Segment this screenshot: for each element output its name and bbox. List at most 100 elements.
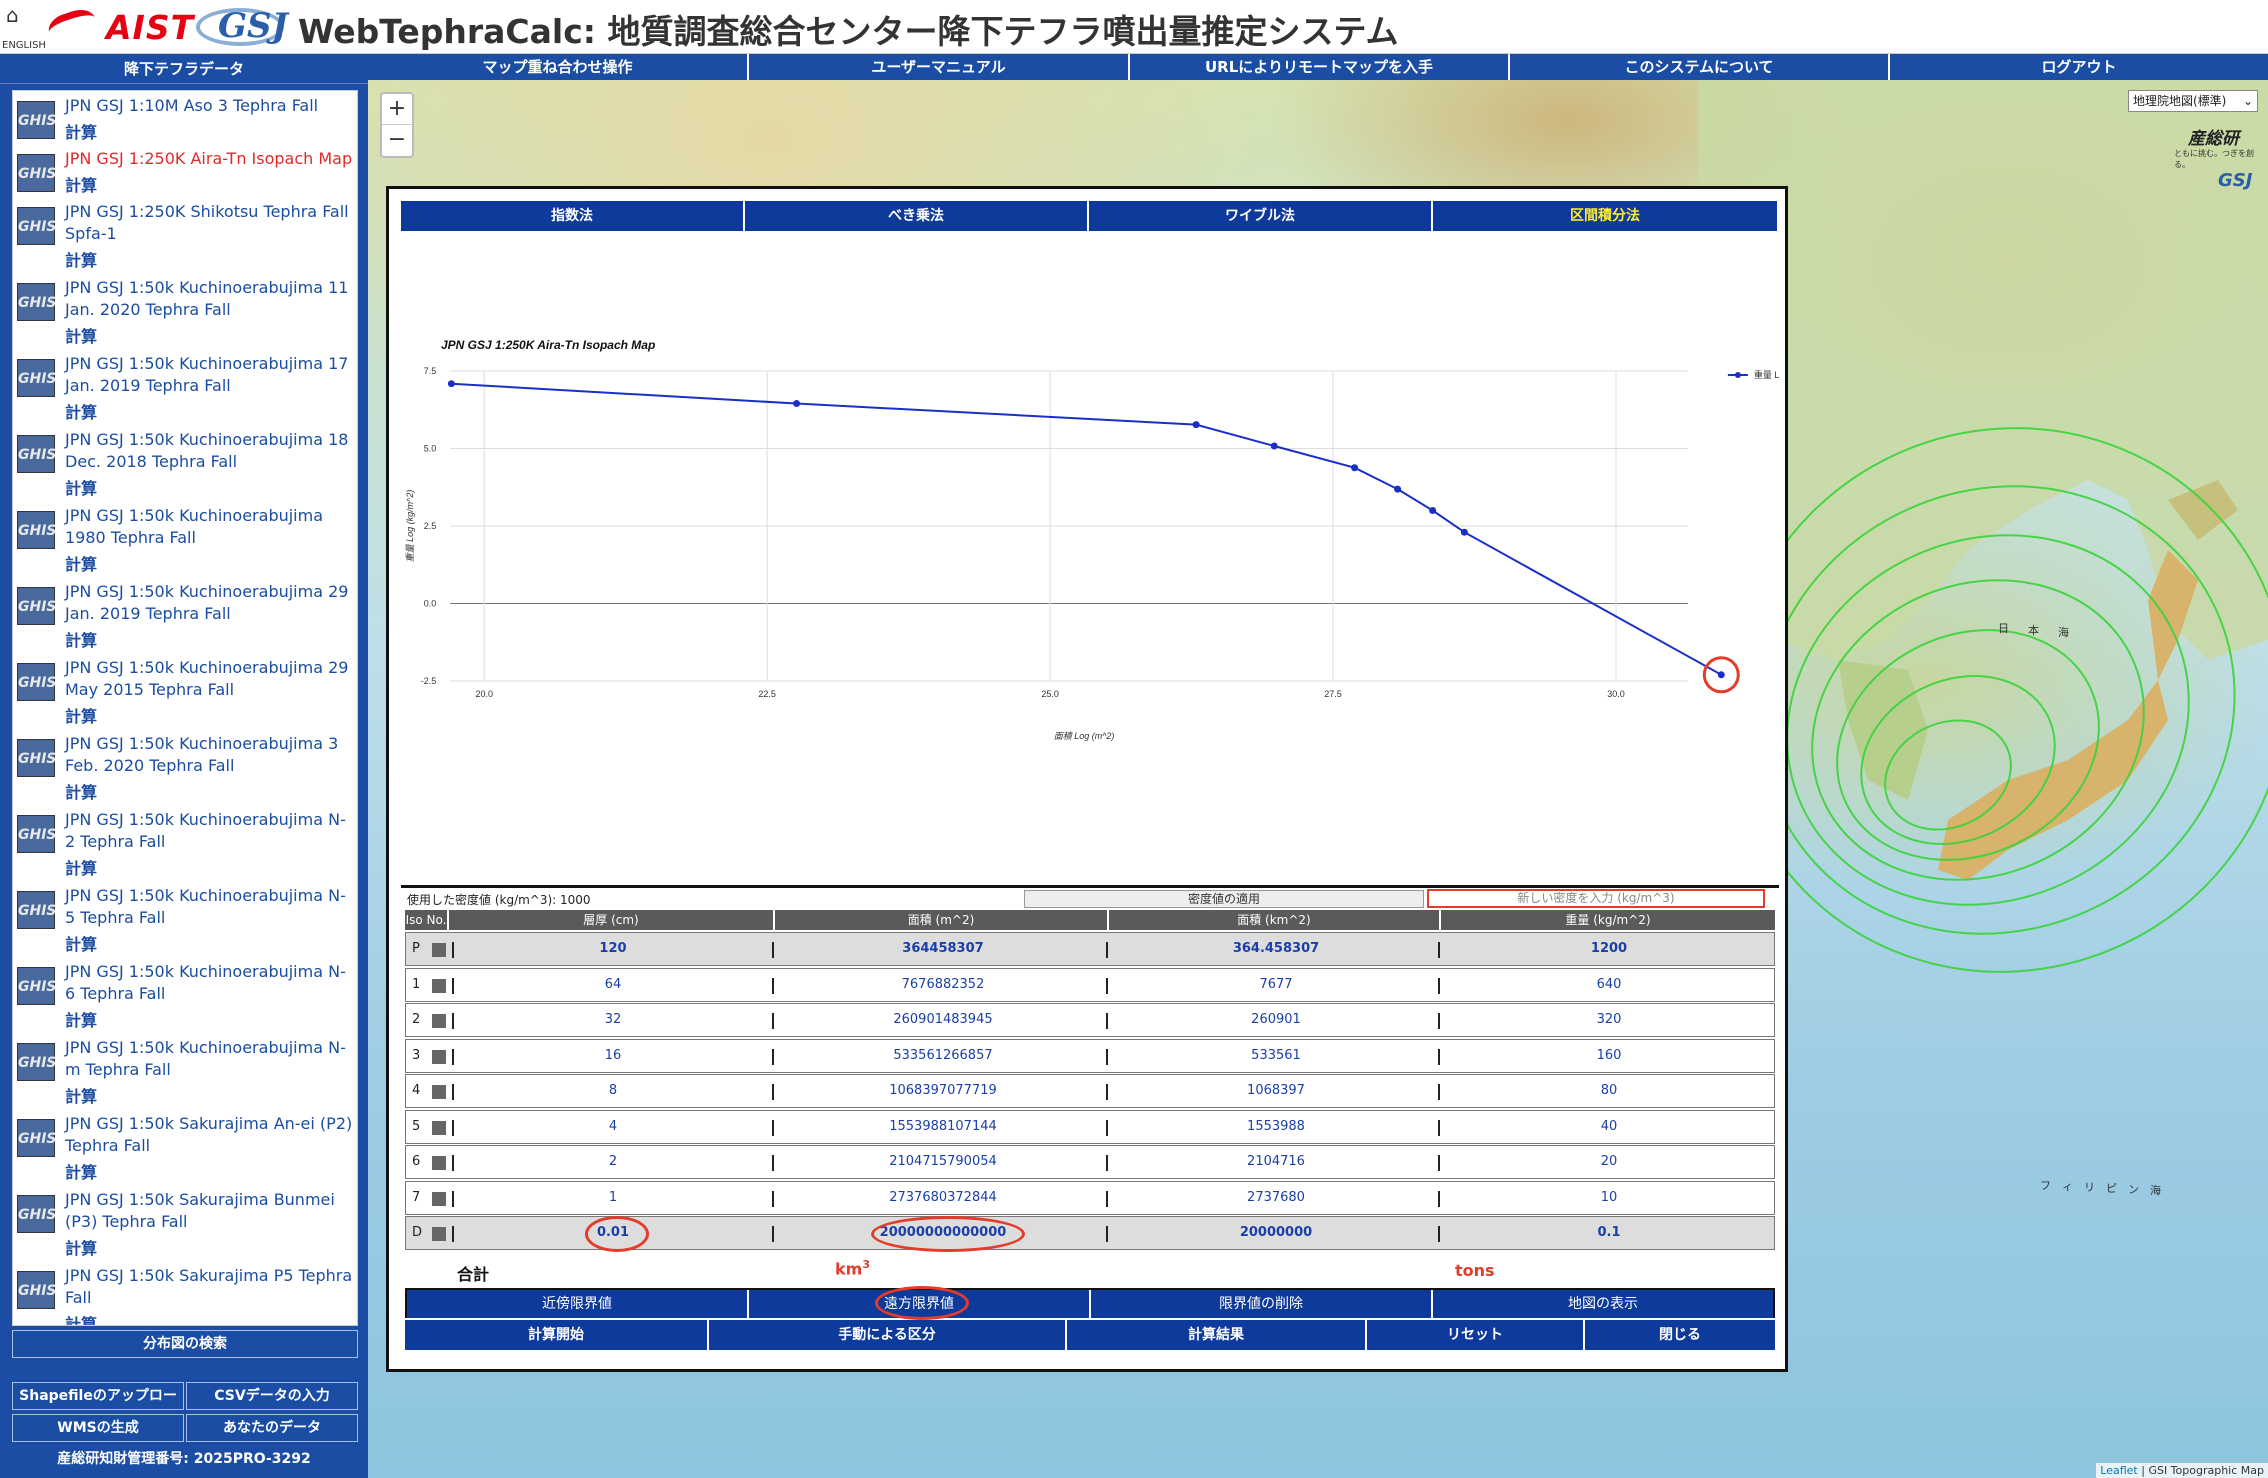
- calc-link[interactable]: 計算: [65, 779, 97, 803]
- cell-area-m2[interactable]: 2737680372844: [776, 1182, 1110, 1214]
- cell-area-km2[interactable]: 2737680: [1110, 1182, 1442, 1214]
- english-link[interactable]: ENGLISH: [2, 40, 46, 51]
- tephra-data-name[interactable]: JPN GSJ 1:10M Aso 3 Tephra Fall: [65, 95, 355, 117]
- near-limit-button[interactable]: 近傍限界値: [407, 1290, 749, 1318]
- map-canvas[interactable]: + − 地理院地図(標準) ⌄ 産総研 ともに挑む。つぎを創る。 GSJ 日 本…: [368, 80, 2268, 1478]
- table-row[interactable]: 1 64 7676882352 7677 640: [405, 967, 1775, 1002]
- tephra-data-item[interactable]: GHIS JPN GSJ 1:50k Kuchinoerabujima 29 Ja…: [13, 577, 357, 653]
- calc-link[interactable]: 計算: [65, 247, 97, 271]
- start-calc-button[interactable]: 計算開始: [405, 1320, 709, 1350]
- cell-area-m2[interactable]: 2104715790054: [776, 1146, 1110, 1178]
- tephra-data-item[interactable]: GHIS JPN GSJ 1:50k Kuchinoerabujima N-5 T…: [13, 881, 357, 957]
- table-row[interactable]: 7 1 2737680372844 2737680 10: [405, 1180, 1776, 1215]
- calc-link[interactable]: 計算: [65, 119, 97, 143]
- cell-area-km2[interactable]: 364.458307: [1110, 933, 1442, 965]
- table-row[interactable]: 5 4 1553988107144 1553988 40: [405, 1109, 1776, 1144]
- your-data-button[interactable]: あなたのデータ: [186, 1414, 358, 1442]
- home-link[interactable]: ⌂ ENGLISH: [2, 3, 46, 51]
- cell-area-km2[interactable]: 2104716: [1110, 1146, 1442, 1178]
- tephra-data-item[interactable]: GHIS JPN GSJ 1:50k Kuchinoerabujima N-2 T…: [13, 805, 357, 881]
- tephra-data-name[interactable]: JPN GSJ 1:50k Kuchinoerabujima N-m Tephr…: [65, 1037, 355, 1081]
- tephra-data-item[interactable]: GHIS JPN GSJ 1:50k Kuchinoerabujima 1980 …: [13, 501, 357, 577]
- nav-remote-map[interactable]: URLによりリモートマップを入手: [1130, 54, 1510, 80]
- tephra-data-name[interactable]: JPN GSJ 1:50k Kuchinoerabujima 29 May 20…: [65, 657, 355, 701]
- apply-density-button[interactable]: 密度値の適用: [1024, 890, 1424, 908]
- cell-thickness[interactable]: 32: [450, 1004, 776, 1036]
- calc-link[interactable]: 計算: [65, 323, 97, 347]
- cell-weight[interactable]: 10: [1442, 1182, 1776, 1214]
- cell-thickness[interactable]: 64: [450, 969, 776, 1001]
- cell-weight[interactable]: 0.1: [1442, 1217, 1776, 1249]
- manual-segment-button[interactable]: 手動による区分: [709, 1320, 1067, 1350]
- tephra-data-name[interactable]: JPN GSJ 1:250K Shikotsu Tephra Fall Spfa…: [65, 201, 355, 245]
- new-density-input[interactable]: 新しい密度を入力 (kg/m^3): [1427, 889, 1765, 908]
- cell-area-km2[interactable]: 1553988: [1110, 1111, 1442, 1143]
- table-row[interactable]: 3 16 533561266857 533561 160: [405, 1038, 1776, 1073]
- tephra-data-item[interactable]: GHIS JPN GSJ 1:10M Aso 3 Tephra Fall 計算: [13, 91, 357, 144]
- tephra-data-name[interactable]: JPN GSJ 1:50k Kuchinoerabujima N-2 Tephr…: [65, 809, 355, 853]
- cell-thickness[interactable]: 8: [450, 1075, 776, 1107]
- tephra-data-item[interactable]: GHIS JPN GSJ 1:250K Shikotsu Tephra Fall …: [13, 197, 357, 273]
- cell-thickness[interactable]: 120: [450, 933, 776, 965]
- calc-link[interactable]: 計算: [65, 399, 97, 423]
- tephra-data-item[interactable]: GHIS JPN GSJ 1:50k Sakurajima Bunmei (P3)…: [13, 1185, 357, 1261]
- cell-area-m2[interactable]: 260901483945: [776, 1004, 1110, 1036]
- cell-area-km2[interactable]: 260901: [1110, 1004, 1442, 1036]
- tephra-data-item[interactable]: GHIS JPN GSJ 1:50k Kuchinoerabujima 3 Feb…: [13, 729, 357, 805]
- nav-map-overlay[interactable]: マップ重ね合わせ操作: [368, 54, 749, 80]
- calc-link[interactable]: 計算: [65, 855, 97, 879]
- table-row[interactable]: 4 8 1068397077719 1068397 80: [405, 1074, 1775, 1108]
- tephra-data-name[interactable]: JPN GSJ 1:50k Sakurajima P5 Tephra Fall: [65, 1265, 355, 1309]
- zoom-in-button[interactable]: +: [382, 94, 412, 125]
- cell-weight[interactable]: 40: [1442, 1111, 1776, 1143]
- cell-area-km2[interactable]: 533561: [1110, 1040, 1442, 1072]
- wms-generate-button[interactable]: WMSの生成: [12, 1414, 184, 1442]
- cell-area-m2[interactable]: 1068397077719: [776, 1075, 1110, 1107]
- gsj-logo[interactable]: GSJ: [194, 4, 290, 50]
- tab-segment-integration[interactable]: 区間積分法: [1433, 201, 1777, 231]
- close-button[interactable]: 閉じる: [1585, 1320, 1775, 1350]
- tephra-data-item[interactable]: GHIS JPN GSJ 1:50k Kuchinoerabujima 29 Ma…: [13, 653, 357, 729]
- tephra-data-name[interactable]: JPN GSJ 1:50k Kuchinoerabujima N-6 Tephr…: [65, 961, 355, 1005]
- tephra-data-item[interactable]: GHIS JPN GSJ 1:50k Kuchinoerabujima 17 Ja…: [13, 349, 357, 425]
- table-row[interactable]: 2 32 260901483945 260901 320: [405, 1003, 1775, 1037]
- calc-link[interactable]: 計算: [65, 1311, 97, 1325]
- reset-button[interactable]: リセット: [1367, 1320, 1585, 1350]
- calc-link[interactable]: 計算: [65, 1083, 97, 1107]
- calc-link[interactable]: 計算: [65, 1159, 97, 1183]
- tephra-data-name[interactable]: JPN GSJ 1:50k Sakurajima Bunmei (P3) Tep…: [65, 1189, 355, 1233]
- tephra-data-item[interactable]: GHIS JPN GSJ 1:50k Sakurajima An-ei (P2) …: [13, 1109, 357, 1185]
- tephra-data-name[interactable]: JPN GSJ 1:50k Kuchinoerabujima 29 Jan. 2…: [65, 581, 355, 625]
- aist-logo[interactable]: AIST: [45, 4, 193, 48]
- show-map-button[interactable]: 地図の表示: [1433, 1290, 1773, 1318]
- cell-area-km2[interactable]: 20000000: [1110, 1217, 1442, 1249]
- tephra-data-name[interactable]: JPN GSJ 1:50k Kuchinoerabujima 1980 Teph…: [65, 505, 355, 549]
- tephra-data-item[interactable]: GHIS JPN GSJ 1:50k Sakurajima P5 Tephra F…: [13, 1261, 357, 1325]
- tephra-data-list[interactable]: GHIS JPN GSJ 1:10M Aso 3 Tephra Fall 計算 GHI…: [12, 90, 358, 1326]
- tephra-data-name[interactable]: JPN GSJ 1:50k Sakurajima An-ei (P2) Teph…: [65, 1113, 355, 1157]
- cell-weight[interactable]: 160: [1442, 1040, 1776, 1072]
- nav-about[interactable]: このシステムについて: [1510, 54, 1890, 80]
- tephra-data-item[interactable]: GHIS JPN GSJ 1:50k Kuchinoerabujima N-m T…: [13, 1033, 357, 1109]
- search-distribution-button[interactable]: 分布図の検索: [12, 1330, 358, 1358]
- cell-area-m2[interactable]: 7676882352: [776, 969, 1110, 1001]
- cell-thickness[interactable]: 1: [450, 1182, 776, 1214]
- cell-area-m2[interactable]: 364458307: [776, 933, 1110, 965]
- cell-area-km2[interactable]: 1068397: [1110, 1075, 1442, 1107]
- cell-weight[interactable]: 1200: [1442, 933, 1776, 965]
- nav-logout[interactable]: ログアウト: [1890, 54, 2268, 80]
- base-layer-select[interactable]: 地理院地図(標準) ⌄: [2128, 90, 2258, 112]
- delete-limit-button[interactable]: 限界値の削除: [1091, 1290, 1433, 1318]
- tephra-data-name[interactable]: JPN GSJ 1:50k Kuchinoerabujima 17 Jan. 2…: [65, 353, 355, 397]
- calc-link[interactable]: 計算: [65, 172, 97, 196]
- calc-link[interactable]: 計算: [65, 1235, 97, 1259]
- cell-thickness[interactable]: 4: [450, 1111, 776, 1143]
- calc-link[interactable]: 計算: [65, 1007, 97, 1031]
- tab-weibull[interactable]: ワイブル法: [1089, 201, 1433, 231]
- tab-power-law[interactable]: べき乗法: [745, 201, 1089, 231]
- cell-thickness[interactable]: 2: [450, 1146, 776, 1178]
- cell-weight[interactable]: 20: [1442, 1146, 1776, 1178]
- tephra-data-name[interactable]: JPN GSJ 1:50k Kuchinoerabujima 18 Dec. 2…: [65, 429, 355, 473]
- tab-exponential[interactable]: 指数法: [401, 201, 745, 231]
- table-row[interactable]: P 120 364458307 364.458307 1200: [405, 932, 1775, 966]
